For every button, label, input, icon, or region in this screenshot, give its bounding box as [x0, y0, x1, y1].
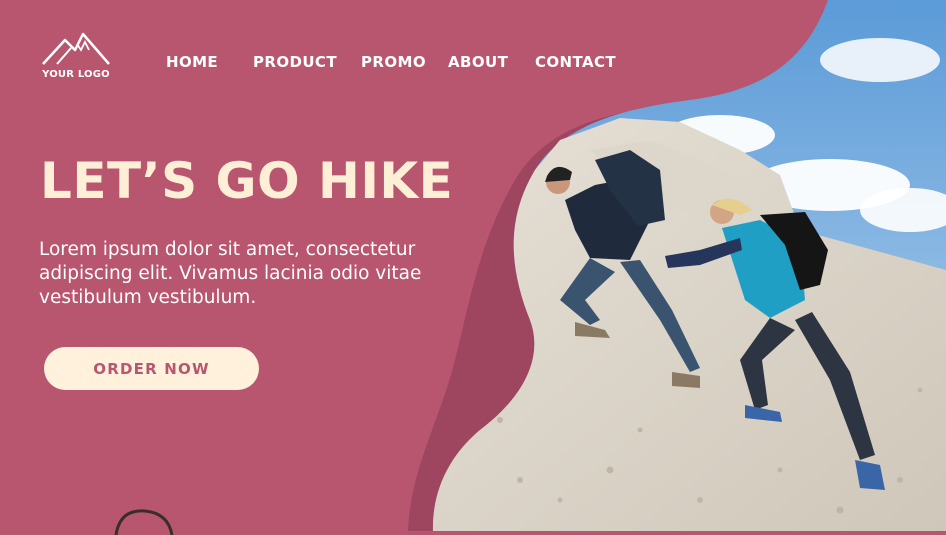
- hero-description: Lorem ipsum dolor sit amet, consectetur …: [39, 239, 422, 308]
- nav-item-home[interactable]: HOME: [166, 53, 218, 71]
- mountain-icon: [42, 32, 110, 65]
- logo-text: YOUR LOGO: [42, 69, 110, 80]
- hero-title: LET’S GO HIKE: [40, 152, 454, 210]
- nav-item-about[interactable]: ABOUT: [448, 53, 508, 71]
- order-now-button[interactable]: ORDER NOW: [44, 347, 259, 390]
- nav-item-contact[interactable]: CONTACT: [535, 53, 616, 71]
- nav-item-product[interactable]: PRODUCT: [253, 53, 337, 71]
- logo[interactable]: YOUR LOGO: [40, 30, 112, 84]
- nav-item-promo[interactable]: PROMO: [361, 53, 426, 71]
